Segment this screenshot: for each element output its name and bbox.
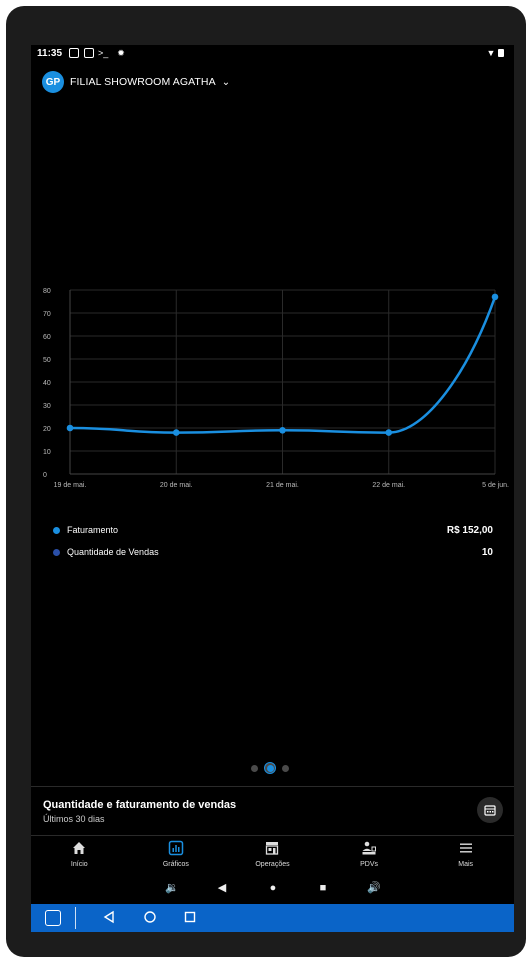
data-point bbox=[385, 429, 393, 436]
terminal-icon: >_ bbox=[98, 48, 109, 58]
legend-label: Faturamento bbox=[67, 525, 119, 535]
nav-inicio[interactable]: Início bbox=[31, 835, 128, 875]
y-tick-label: 10 bbox=[43, 449, 51, 456]
nav-operacoes[interactable]: Operações bbox=[224, 835, 321, 875]
app-logo: GP bbox=[42, 71, 64, 93]
home-circle-outline-icon[interactable] bbox=[143, 910, 157, 924]
nav-label: Operações bbox=[255, 861, 290, 868]
card-title: Quantidade e faturamento de vendas bbox=[43, 799, 237, 811]
store-icon bbox=[266, 842, 279, 855]
pos-icon bbox=[362, 841, 377, 855]
y-tick-label: 60 bbox=[43, 334, 51, 341]
legend-value: 10 bbox=[481, 546, 493, 558]
recents-icon[interactable]: ■ bbox=[316, 881, 330, 895]
data-point bbox=[279, 427, 286, 434]
recents-square-icon[interactable] bbox=[183, 910, 197, 924]
data-point bbox=[491, 293, 499, 301]
home-icon bbox=[73, 842, 86, 854]
nav-label: Início bbox=[70, 861, 88, 868]
home-circle-icon[interactable]: ● bbox=[266, 881, 280, 895]
calendar-icon bbox=[484, 805, 496, 816]
page-dot-3[interactable] bbox=[282, 764, 289, 772]
nav-label: PDVs bbox=[360, 861, 379, 868]
y-tick-label: 70 bbox=[43, 311, 51, 318]
y-tick-label: 0 bbox=[43, 472, 47, 479]
chart-info-card: Quantidade e faturamento de vendas Últim… bbox=[31, 786, 514, 836]
y-tick-label: 80 bbox=[43, 288, 51, 295]
menu-icon bbox=[459, 843, 472, 853]
back-icon[interactable]: ◀ bbox=[215, 881, 229, 895]
nav-label: Mais bbox=[458, 861, 474, 868]
x-tick-label: 19 de mai. bbox=[54, 482, 87, 489]
status-time: 11:35 bbox=[37, 48, 63, 59]
android-system-bar: 🔉 ◀ ● ■ 🔊 bbox=[31, 877, 514, 899]
data-point bbox=[172, 429, 180, 436]
status-bar: 11:35 >_ ✹ ▼ bbox=[31, 45, 514, 63]
divider bbox=[75, 907, 76, 929]
legend-label: Quantidade de Vendas bbox=[67, 547, 159, 557]
teamviewer-notification-icon bbox=[69, 48, 79, 58]
nav-graficos[interactable]: Gráficos bbox=[128, 835, 225, 875]
page-dot-2-active[interactable] bbox=[264, 762, 276, 774]
x-tick-label: 5 de jun. bbox=[482, 482, 509, 489]
line-chart: 0 10 20 30 40 50 60 70 80 19 de mai. 20 de mai. 21 … bbox=[43, 288, 509, 489]
legend-item-quantidade: Quantidade de Vendas 10 bbox=[53, 546, 493, 558]
card-subtitle: Últimos 30 dias bbox=[43, 814, 105, 824]
legend-dot-faturamento bbox=[53, 526, 60, 534]
x-tick-label: 21 de mai. bbox=[266, 482, 299, 489]
y-tick-label: 40 bbox=[43, 380, 51, 387]
teamviewer-bar bbox=[31, 904, 514, 932]
page-dot-1[interactable] bbox=[251, 764, 258, 772]
nav-pdvs[interactable]: PDVs bbox=[321, 835, 418, 875]
x-tick-label: 22 de mai. bbox=[372, 482, 405, 489]
screen: 11:35 >_ ✹ ▼ GP FILIAL SHOWROOM AGATHA ⌄… bbox=[31, 45, 514, 932]
chevron-down-icon: ⌄ bbox=[221, 76, 231, 88]
device-frame: 11:35 >_ ✹ ▼ GP FILIAL SHOWROOM AGATHA ⌄… bbox=[6, 6, 526, 957]
wifi-icon: ▼ bbox=[486, 48, 496, 58]
back-triangle-icon[interactable] bbox=[102, 910, 116, 924]
volume-up-icon[interactable]: 🔊 bbox=[367, 881, 381, 895]
store-selector[interactable]: GP FILIAL SHOWROOM AGATHA ⌄ bbox=[42, 71, 230, 93]
page-indicator bbox=[251, 762, 289, 774]
x-tick-label: 20 de mai. bbox=[160, 482, 193, 489]
teamviewer-notification-icon-2 bbox=[84, 48, 94, 58]
y-tick-label: 20 bbox=[43, 426, 51, 433]
battery-icon bbox=[498, 49, 504, 57]
store-name: FILIAL SHOWROOM AGATHA bbox=[70, 76, 216, 88]
legend-dot-quantidade bbox=[53, 548, 60, 556]
data-point bbox=[66, 424, 74, 432]
bottom-navigation: Início Gráficos Operações PDVs Mais bbox=[31, 835, 514, 875]
chart-icon bbox=[168, 840, 184, 856]
teamviewer-icon[interactable] bbox=[45, 910, 61, 926]
settings-icon: ✹ bbox=[117, 48, 125, 58]
calendar-button[interactable] bbox=[477, 797, 503, 823]
y-tick-label: 30 bbox=[43, 403, 51, 410]
nav-mais[interactable]: Mais bbox=[417, 835, 514, 875]
legend-item-faturamento: Faturamento R$ 152,00 bbox=[53, 524, 493, 536]
y-tick-label: 50 bbox=[43, 357, 51, 364]
volume-down-icon[interactable]: 🔉 bbox=[165, 881, 179, 895]
legend-value: R$ 152,00 bbox=[446, 524, 493, 536]
nav-label: Gráficos bbox=[162, 861, 189, 868]
